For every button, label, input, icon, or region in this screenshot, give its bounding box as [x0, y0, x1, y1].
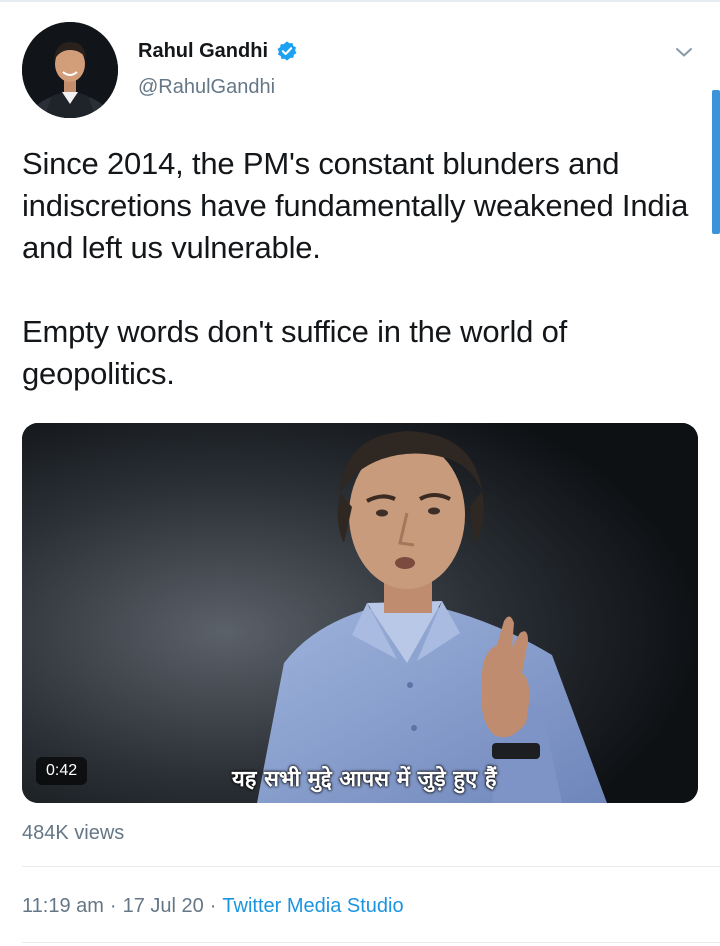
- video-frame: [22, 423, 698, 803]
- meta-separator: ·: [109, 895, 117, 917]
- video-player[interactable]: 0:42 यह सभी मुद्दे आपस में जुड़े हुए हैं: [22, 423, 698, 803]
- tweet-paragraph: Empty words don't suffice in the world o…: [22, 314, 568, 391]
- tweet-paragraph: Since 2014, the PM's constant blunders a…: [22, 146, 689, 265]
- tweet-text: Since 2014, the PM's constant blunders a…: [22, 143, 698, 395]
- meta-separator: ·: [209, 895, 217, 917]
- tweet-metadata: 11:19 am · 17 Jul 20 · Twitter Media Stu…: [22, 895, 404, 918]
- chevron-down-icon[interactable]: [672, 40, 696, 64]
- top-divider: [0, 0, 720, 2]
- avatar[interactable]: [22, 22, 118, 118]
- tweet-date[interactable]: 17 Jul 20: [123, 895, 204, 918]
- tweet-source-link[interactable]: Twitter Media Studio: [222, 895, 403, 918]
- display-name[interactable]: Rahul Gandhi: [138, 40, 268, 63]
- divider: [22, 942, 720, 943]
- verified-badge-icon: [276, 40, 298, 62]
- divider: [22, 866, 720, 867]
- view-count: 484K views: [22, 822, 125, 844]
- video-duration-badge: 0:42: [36, 757, 88, 785]
- handle[interactable]: @RahulGandhi: [138, 76, 298, 99]
- tweet-screen: Rahul Gandhi @RahulGandhi Since 2014, th…: [0, 0, 720, 946]
- author-block[interactable]: Rahul Gandhi @RahulGandhi: [138, 36, 298, 99]
- video-subtitle: यह सभी मुद्दे आपस में जुड़े हुए हैं: [232, 767, 497, 792]
- avatar-image: [22, 22, 118, 118]
- scrollbar[interactable]: [712, 90, 720, 234]
- tweet-header: Rahul Gandhi @RahulGandhi: [22, 22, 702, 122]
- tweet-time[interactable]: 11:19 am: [22, 895, 104, 918]
- name-row: Rahul Gandhi: [138, 36, 298, 66]
